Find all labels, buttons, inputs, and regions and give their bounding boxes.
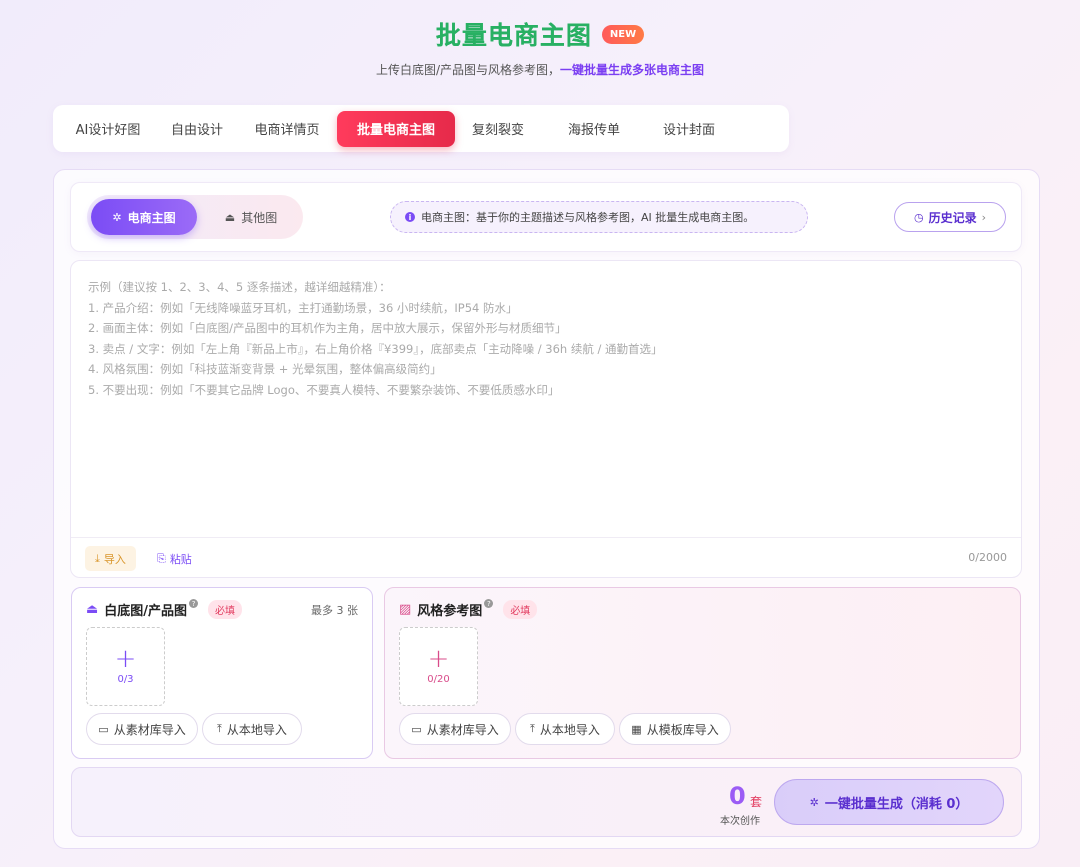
product-upload-title: 白底图/产品图 <box>104 604 188 619</box>
paste-button[interactable]: ⎘ 粘贴 <box>153 546 196 571</box>
placeholder-line: 5. 不要出现：例如「不要其它品牌 Logo、不要真人模特、不要繁杂装饰、不要低… <box>88 382 560 397</box>
sparkle-icon: ✲ <box>809 795 819 809</box>
bag-icon: ⏏ <box>224 210 236 224</box>
product-local-button[interactable]: ⤒ 从本地导入 <box>202 713 302 745</box>
page-subtitle: 上传白底图/产品图与风格参考图，一键批量生成多张电商主图 <box>0 61 1080 78</box>
style-local-label: 从本地导入 <box>539 722 600 737</box>
prompt-footer: ⤓ 导入 ⎘ 粘贴 0/2000 <box>71 537 1021 578</box>
tab-ecommerce-detail[interactable]: 电商详情页 <box>237 111 337 147</box>
style-count: 0/20 <box>427 674 450 685</box>
placeholder-line: 示例（建议按 1、2、3、4、5 逐条描述，越详细越精准）： <box>88 280 391 294</box>
mode-toggle: ✲ 电商主图 ⏏ 其他图 <box>87 195 303 239</box>
style-upload-header: ▨ 风格参考图 ? 必填 <box>399 599 538 619</box>
mode-main-image-button[interactable]: ✲ 电商主图 <box>91 199 197 235</box>
prompt-placeholder: 示例（建议按 1、2、3、4、5 逐条描述，越详细越精准）： 1. 产品介绍：例如… <box>88 277 988 400</box>
prompt-textarea[interactable]: 示例（建议按 1、2、3、4、5 逐条描述，越详细越精准）： 1. 产品介绍：例如… <box>70 260 1022 578</box>
style-template-label: 从模板库导入 <box>646 722 719 737</box>
placeholder-line: 2. 画面主体：例如「白底图/产品图中的耳机作为主角，居中放大展示，保留外形与材… <box>88 321 567 335</box>
bag-icon: ⏏ <box>86 602 99 617</box>
style-template-button[interactable]: ▦ 从模板库导入 <box>619 713 731 745</box>
required-badge: 必填 <box>208 600 243 619</box>
tab-replicate[interactable]: 复刻裂变 <box>455 111 541 147</box>
clock-icon: ◷ <box>913 210 924 224</box>
tab-poster[interactable]: 海报传单 <box>541 111 647 147</box>
style-library-label: 从素材库导入 <box>426 722 499 737</box>
tab-batch-main-image[interactable]: 批量电商主图 <box>337 110 455 147</box>
generate-bar: 0 套 本次创作 ✲ 一键批量生成（消耗 0） <box>71 767 1022 837</box>
page-title: 批量电商主图 <box>436 16 592 52</box>
import-label: 导入 <box>103 552 126 566</box>
product-upload-header: ⏏ 白底图/产品图 ? 必填 <box>86 599 243 619</box>
placeholder-line: 3. 卖点 / 文字：例如「左上角『新品上市』，右上角价格『¥399』，底部卖点… <box>88 341 663 356</box>
generate-count: 0 <box>729 782 746 810</box>
char-count: 0/2000 <box>968 551 1007 564</box>
subtitle-text: 上传白底图/产品图与风格参考图， <box>375 63 561 77</box>
sparkle-icon: ✲ <box>112 210 122 224</box>
product-count: 0/3 <box>117 674 134 685</box>
batch-generate-button[interactable]: ✲ 一键批量生成（消耗 0） <box>774 779 1004 825</box>
new-badge: NEW <box>601 24 645 44</box>
placeholder-line: 1. 产品介绍：例如「无线降噪蓝牙耳机，主打通勤场景，36 小时续航，IP54 … <box>88 300 518 315</box>
mode-other-button[interactable]: ⏏ 其他图 <box>203 199 299 235</box>
product-library-label: 从素材库导入 <box>113 722 186 737</box>
generate-count-label: 本次创作 <box>720 816 760 827</box>
style-upload-card: ▨ 风格参考图 ? 必填 + 0/20 ▭ 从素材库导入 ⤒ 从本地导入 ▦ 从… <box>384 587 1021 759</box>
import-button[interactable]: ⤓ 导入 <box>85 546 136 571</box>
clipboard-icon: ⎘ <box>157 551 166 565</box>
required-badge: 必填 <box>503 600 538 619</box>
tab-ai-design[interactable]: AI设计好图 <box>59 111 157 147</box>
upload-icon: ⤒ <box>217 722 222 735</box>
placeholder-line: 4. 风格氛围：例如「科技蓝渐变背景 + 光晕氛围，整体偏高级简约」 <box>88 362 442 376</box>
style-local-button[interactable]: ⤒ 从本地导入 <box>515 713 615 745</box>
mode-info: i 电商主图：基于你的主题描述与风格参考图，AI 批量生成电商主图。 <box>390 201 808 233</box>
grid-icon: ▦ <box>631 722 642 736</box>
download-icon: ⤓ <box>95 551 100 565</box>
style-add-box[interactable]: + 0/20 <box>399 627 478 706</box>
top-tab-bar: AI设计好图 自由设计 电商详情页 批量电商主图 复刻裂变 海报传单 设计封面 <box>53 105 789 152</box>
batch-generate-label: 一键批量生成（消耗 0） <box>824 796 969 812</box>
mode-main-image-label: 电商主图 <box>127 210 176 225</box>
product-library-button[interactable]: ▭ 从素材库导入 <box>86 713 198 745</box>
product-upload-card: ⏏ 白底图/产品图 ? 必填 最多 3 张 + 0/3 ▭ 从素材库导入 ⤒ 从… <box>71 587 373 759</box>
history-button[interactable]: ◷ 历史记录 › <box>894 202 1006 232</box>
chevron-right-icon: › <box>981 210 987 224</box>
max-count-note: 最多 3 张 <box>311 604 358 617</box>
help-icon[interactable]: ? <box>484 599 494 608</box>
tab-free-design[interactable]: 自由设计 <box>157 111 237 147</box>
image-icon: ▨ <box>399 602 412 617</box>
folder-icon: ▭ <box>98 722 109 736</box>
tab-cover[interactable]: 设计封面 <box>647 111 731 147</box>
paste-label: 粘贴 <box>169 552 192 566</box>
plus-icon: + <box>114 644 137 674</box>
page-header: 批量电商主图 NEW <box>0 16 1080 52</box>
product-local-label: 从本地导入 <box>226 722 287 737</box>
product-add-box[interactable]: + 0/3 <box>86 627 165 706</box>
folder-icon: ▭ <box>411 722 422 736</box>
generate-unit: 套 <box>750 795 763 809</box>
style-upload-title: 风格参考图 <box>417 604 483 619</box>
history-label: 历史记录 <box>928 210 977 225</box>
mode-bar: ✲ 电商主图 ⏏ 其他图 i 电商主图：基于你的主题描述与风格参考图，AI 批量… <box>70 182 1022 252</box>
help-icon[interactable]: ? <box>189 599 199 608</box>
mode-other-label: 其他图 <box>241 210 278 225</box>
style-library-button[interactable]: ▭ 从素材库导入 <box>399 713 511 745</box>
subtitle-highlight: 一键批量生成多张电商主图 <box>560 63 705 77</box>
mode-info-text: 电商主图：基于你的主题描述与风格参考图，AI 批量生成电商主图。 <box>421 211 755 224</box>
plus-icon: + <box>427 644 450 674</box>
info-icon: i <box>405 212 415 222</box>
upload-icon: ⤒ <box>530 722 535 735</box>
